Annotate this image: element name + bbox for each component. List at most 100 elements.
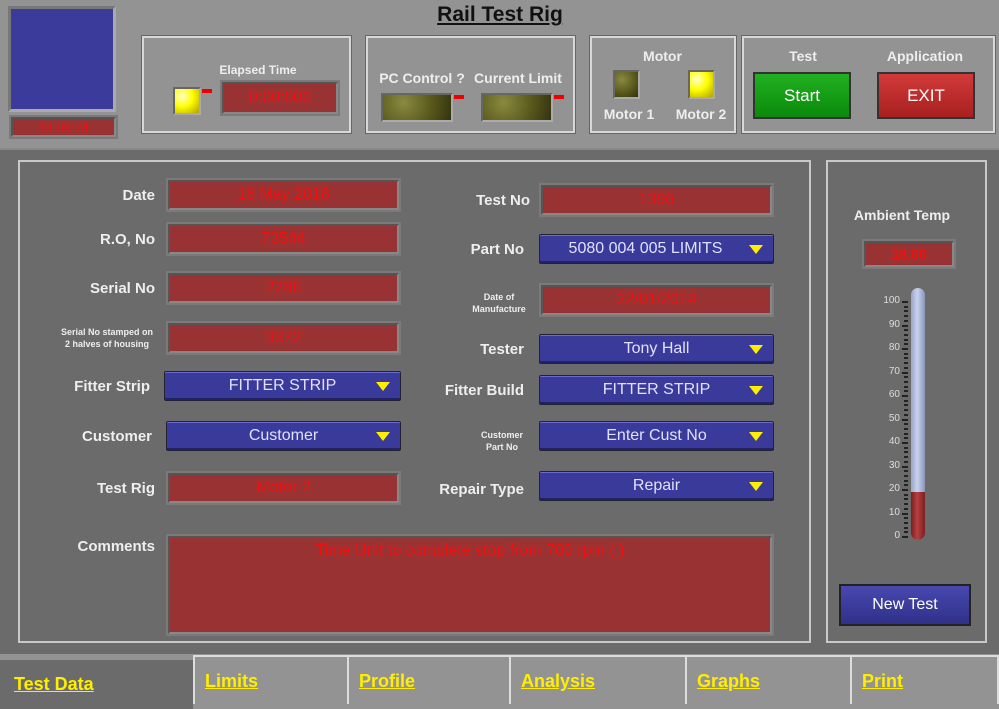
elapsed-label: Elapsed Time bbox=[219, 63, 297, 77]
customer-part-no-label: Customer Part No bbox=[470, 429, 534, 453]
thermometer-tick-mark bbox=[904, 362, 908, 365]
thermometer-tick-label: 0 bbox=[894, 530, 900, 541]
chevron-down-icon bbox=[749, 386, 763, 395]
thermometer-tick-label: 30 bbox=[888, 459, 900, 471]
thermometer-fill bbox=[911, 492, 925, 540]
tab-test-data[interactable]: Test Data bbox=[0, 660, 193, 709]
thermometer-tick-mark bbox=[904, 343, 908, 346]
current-limit-marker bbox=[554, 95, 564, 99]
thermometer-tick-mark bbox=[902, 489, 908, 491]
thermometer-tick-mark bbox=[904, 315, 908, 318]
date-manufacture-label: Date of Manufacture bbox=[466, 291, 532, 315]
clock-display: 13:09:24 bbox=[9, 115, 118, 139]
thermometer-tick-mark bbox=[904, 310, 908, 313]
chevron-down-icon bbox=[749, 432, 763, 441]
thermometer-tick-mark bbox=[904, 399, 908, 402]
current-limit-label: Current Limit bbox=[474, 70, 562, 86]
fitter-strip-value: FITTER STRIP bbox=[228, 377, 337, 394]
pc-control-marker bbox=[454, 95, 464, 99]
repair-type-dropdown[interactable]: Repair bbox=[539, 471, 774, 501]
serial-stamped-label-line1: Serial No stamped on bbox=[60, 327, 154, 337]
thermometer-tick-mark bbox=[902, 536, 908, 538]
thermometer-tick-mark bbox=[904, 484, 908, 487]
thermometer-tick-mark bbox=[904, 474, 908, 477]
thermometer-tick-mark bbox=[904, 446, 908, 449]
application-label: Application bbox=[886, 48, 964, 64]
customer-part-no-label-line2: Part No bbox=[485, 442, 518, 452]
thermometer-tick-label: 50 bbox=[888, 412, 900, 424]
thermometer-tick-mark bbox=[904, 329, 908, 332]
chevron-down-icon bbox=[749, 245, 763, 254]
pc-control-label: PC Control ? bbox=[379, 70, 465, 86]
fitter-build-dropdown[interactable]: FITTER STRIP bbox=[539, 375, 774, 405]
start-button[interactable]: Start bbox=[753, 72, 851, 119]
tab-limits[interactable]: Limits bbox=[193, 655, 347, 704]
thermometer-tick-mark bbox=[902, 442, 908, 444]
date-manufacture-field: 22/01/2014 bbox=[539, 283, 774, 317]
thermometer-tick-label: 60 bbox=[888, 389, 900, 400]
tab-analysis[interactable]: Analysis bbox=[509, 655, 685, 704]
thermometer-tick-mark bbox=[904, 460, 908, 463]
date-label: Date bbox=[122, 187, 155, 204]
date-field: 16 May 2018 bbox=[166, 178, 401, 212]
thermometer-tick-label: 80 bbox=[888, 342, 900, 353]
motor-label: Motor bbox=[643, 48, 682, 64]
tab-graphs[interactable]: Graphs bbox=[685, 655, 850, 704]
new-test-button[interactable]: New Test bbox=[839, 584, 971, 626]
thermometer-tick-mark bbox=[904, 432, 908, 435]
thermometer-tick-mark bbox=[904, 517, 908, 520]
customer-part-no-dropdown[interactable]: Enter Cust No bbox=[539, 421, 774, 451]
test-no-label: Test No bbox=[476, 192, 530, 209]
thermometer-tick-mark bbox=[902, 348, 908, 350]
fitter-strip-dropdown[interactable]: FITTER STRIP bbox=[164, 371, 401, 401]
part-no-label: Part No bbox=[470, 241, 524, 258]
thermometer-tick-label: 100 bbox=[883, 295, 900, 306]
thermometer-tick-mark bbox=[904, 437, 908, 440]
thermometer-tick-mark bbox=[904, 409, 908, 412]
ro-no-field: 73544 bbox=[166, 222, 401, 256]
test-no-field: 1396 bbox=[539, 183, 774, 217]
thermometer-tick-mark bbox=[904, 423, 908, 426]
tester-dropdown[interactable]: Tony Hall bbox=[539, 334, 774, 364]
chevron-down-icon bbox=[376, 382, 390, 391]
thermometer-tick-mark bbox=[902, 418, 908, 421]
thermometer-tick-mark bbox=[904, 507, 908, 510]
serial-stamped-label: Serial No stamped on 2 halves of housing bbox=[52, 326, 162, 350]
fitter-strip-label: Fitter Strip bbox=[74, 378, 150, 395]
app-title: Rail Test Rig bbox=[437, 3, 563, 26]
serial-no-field: 2286 bbox=[166, 271, 401, 305]
part-no-dropdown[interactable]: 5080 004 005 LIMITS bbox=[539, 234, 774, 264]
ro-no-label: R.O, No bbox=[100, 231, 155, 248]
test-label: Test bbox=[789, 48, 817, 64]
thermometer-tick-mark bbox=[902, 301, 908, 303]
comments-field[interactable]: Time Unit to complete stop from 700 rpm … bbox=[166, 534, 774, 636]
thermometer-tick-mark bbox=[904, 352, 908, 355]
customer-dropdown[interactable]: Customer bbox=[166, 421, 401, 451]
thermometer-tick-mark bbox=[902, 512, 908, 515]
tester-value: Tony Hall bbox=[623, 340, 690, 357]
thermometer-tick-mark bbox=[904, 338, 908, 341]
thermometer-tick-mark bbox=[902, 324, 908, 327]
elapsed-led bbox=[173, 87, 201, 115]
thermometer-tick-mark bbox=[904, 366, 908, 369]
thermometer-tick-mark bbox=[904, 404, 908, 407]
thermometer-tick-label: 20 bbox=[888, 483, 900, 494]
tab-print[interactable]: Print bbox=[850, 655, 999, 704]
thermometer-tick-mark bbox=[904, 531, 908, 534]
part-no-value: 5080 004 005 LIMITS bbox=[568, 240, 723, 257]
thermometer: 100 90 80 70 60 50 40 30 20 10 0 bbox=[870, 285, 950, 545]
exit-button[interactable]: EXIT bbox=[877, 72, 975, 119]
thermometer-tick-mark bbox=[904, 470, 908, 473]
customer-label: Customer bbox=[81, 428, 152, 445]
thermometer-tick-mark bbox=[904, 357, 908, 360]
thermometer-tick-mark bbox=[904, 305, 908, 308]
test-rig-label: Test Rig bbox=[96, 480, 155, 497]
thermometer-tick-mark bbox=[904, 456, 908, 459]
thermometer-tick-label: 40 bbox=[888, 436, 900, 447]
pc-control-led[interactable] bbox=[381, 93, 453, 122]
customer-part-no-value: Enter Cust No bbox=[606, 427, 707, 444]
tab-profile[interactable]: Profile bbox=[347, 655, 509, 704]
current-limit-led[interactable] bbox=[481, 93, 553, 122]
date-manufacture-label-line2: Manufacture bbox=[472, 304, 526, 314]
elapsed-time-display: 0:00:000 bbox=[220, 80, 340, 116]
